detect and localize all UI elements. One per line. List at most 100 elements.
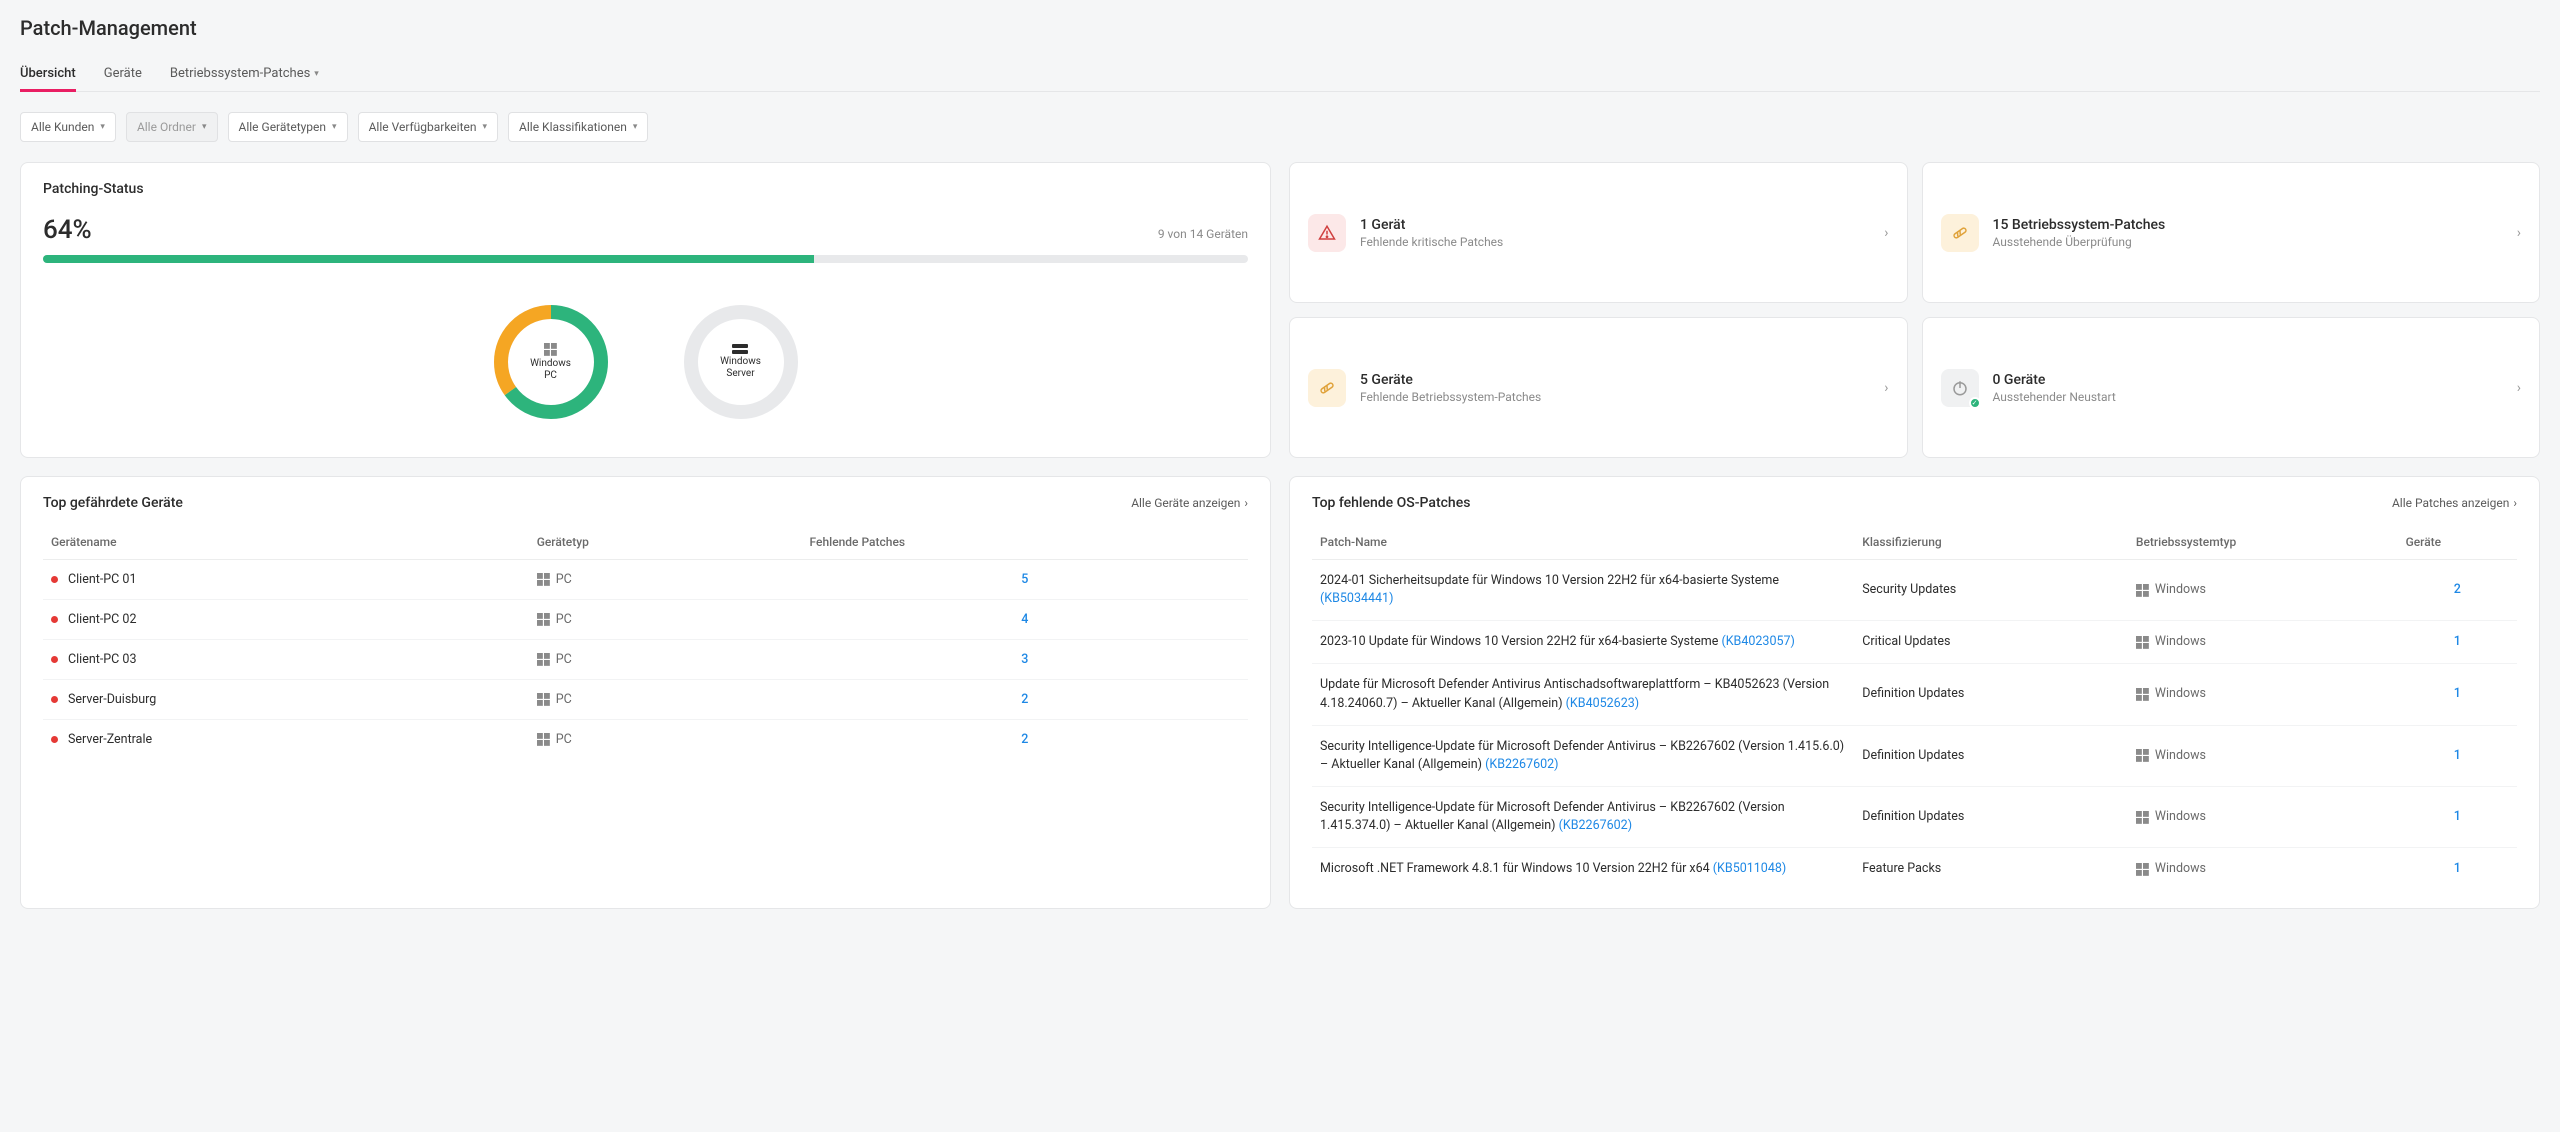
summary-title: 5 Geräte xyxy=(1360,372,1870,388)
summary-title: 1 Gerät xyxy=(1360,217,1870,233)
chevron-right-icon: › xyxy=(1244,496,1248,510)
patch-icon xyxy=(1308,369,1346,407)
summary-title: 0 Geräte xyxy=(1993,372,2503,388)
windows-icon xyxy=(2136,688,2149,701)
card-top-patches: Top fehlende OS-Patches Alle Patches anz… xyxy=(1289,476,2540,909)
kb-link[interactable]: (KB5034441) xyxy=(1320,591,1393,606)
table-row[interactable]: Client-PC 03 PC 3 xyxy=(43,640,1248,680)
patch-name: 2023-10 Update für Windows 10 Version 22… xyxy=(1320,634,1721,649)
device-count-link[interactable]: 2 xyxy=(2454,582,2461,597)
patch-class: Definition Updates xyxy=(1854,786,2128,847)
summary-card[interactable]: ✓0 GeräteAusstehender Neustart› xyxy=(1922,317,2541,458)
missing-count-link[interactable]: 3 xyxy=(1021,652,1028,667)
windows-icon xyxy=(2136,863,2149,876)
device-type: PC xyxy=(556,692,572,707)
filter-dropdown[interactable]: Alle Klassifikationen ▾ xyxy=(508,112,648,142)
patch-class: Security Updates xyxy=(1854,560,2128,621)
table-row[interactable]: Security Intelligence-Update für Microso… xyxy=(1312,786,2517,847)
table-row[interactable]: Microsoft .NET Framework 4.8.1 für Windo… xyxy=(1312,848,2517,891)
os-label: Windows xyxy=(2155,633,2206,651)
missing-count-link[interactable]: 2 xyxy=(1021,692,1028,707)
filter-label: Alle Verfügbarkeiten xyxy=(369,120,477,134)
table-row[interactable]: 2023-10 Update für Windows 10 Version 22… xyxy=(1312,621,2517,664)
table-row[interactable]: Server-Duisburg PC 2 xyxy=(43,680,1248,720)
patches-table: Patch-Name Klassifizierung Betriebssyste… xyxy=(1312,525,2517,890)
tab-betriebssystem-patches[interactable]: Betriebssystem-Patches▾ xyxy=(170,56,319,91)
summary-title: 15 Betriebssystem-Patches xyxy=(1993,217,2503,233)
missing-count-link[interactable]: 5 xyxy=(1021,572,1028,587)
chevron-down-icon: ▾ xyxy=(100,122,105,132)
missing-count-link[interactable]: 2 xyxy=(1021,732,1028,747)
filter-bar: Alle Kunden▾ Alle Ordner▾ Alle Gerätetypen… xyxy=(20,112,2540,142)
table-row[interactable]: 2024-01 Sicherheitsupdate für Windows 10… xyxy=(1312,560,2517,621)
missing-count-link[interactable]: 4 xyxy=(1021,612,1028,627)
filter-dropdown: Alle Ordner▾ xyxy=(126,112,218,142)
filter-dropdown[interactable]: Alle Verfügbarkeiten▾ xyxy=(358,112,498,142)
os-label: Windows xyxy=(2155,685,2206,703)
col-ostype: Betriebssystemtyp xyxy=(2128,525,2398,560)
view-all-patches-button[interactable]: Alle Patches anzeigen › xyxy=(2392,496,2517,510)
tab-ger-te[interactable]: Geräte xyxy=(104,56,142,91)
filter-dropdown[interactable]: Alle Kunden▾ xyxy=(20,112,116,142)
os-label: Windows xyxy=(2155,747,2206,765)
donut-label: WindowsServer xyxy=(720,356,761,380)
table-row[interactable]: Update für Microsoft Defender Antivirus … xyxy=(1312,664,2517,725)
summary-subtitle: Fehlende kritische Patches xyxy=(1360,235,1870,249)
table-row[interactable]: Security Intelligence-Update für Microso… xyxy=(1312,725,2517,786)
summary-card[interactable]: 15 Betriebssystem-Patches Ausstehende Übe… xyxy=(1922,162,2541,303)
device-count-link[interactable]: 1 xyxy=(2454,686,2461,701)
status-dot-icon xyxy=(51,736,58,743)
device-name: Server-Duisburg xyxy=(68,692,156,707)
kb-link[interactable]: (KB4052623) xyxy=(1566,696,1639,711)
windows-icon xyxy=(2136,636,2149,649)
donut-chart: WindowsPC xyxy=(486,297,616,427)
os-label: Windows xyxy=(2155,581,2206,599)
kb-link[interactable]: (KB5011048) xyxy=(1713,861,1786,876)
status-dot-icon xyxy=(51,656,58,663)
chevron-right-icon: › xyxy=(1884,380,1888,396)
device-count-link[interactable]: 1 xyxy=(2454,861,2461,876)
card-top-devices: Top gefährdete Geräte Alle Geräte anzeig… xyxy=(20,476,1271,909)
status-percent: 64% xyxy=(43,215,92,245)
tab--bersicht[interactable]: Übersicht xyxy=(20,56,76,91)
filter-dropdown[interactable]: Alle Gerätetypen▾ xyxy=(228,112,348,142)
chevron-right-icon: › xyxy=(2517,380,2521,396)
chevron-down-icon: ▾ xyxy=(633,122,638,132)
device-count-link[interactable]: 1 xyxy=(2454,809,2461,824)
device-type: PC xyxy=(556,652,572,667)
device-name: Client-PC 02 xyxy=(68,612,136,627)
table-row[interactable]: Client-PC 01 PC 5 xyxy=(43,560,1248,600)
summary-card[interactable]: 1 Gerät Fehlende kritische Patches › xyxy=(1289,162,1908,303)
table-row[interactable]: Client-PC 02 PC 4 xyxy=(43,600,1248,640)
kb-link[interactable]: (KB2267602) xyxy=(1485,757,1558,772)
kb-link[interactable]: (KB2267602) xyxy=(1559,818,1632,833)
device-name: Client-PC 01 xyxy=(68,572,136,587)
donut-row: WindowsPC WindowsServer xyxy=(43,291,1248,439)
col-devices: Geräte xyxy=(2398,525,2517,560)
os-label: Windows xyxy=(2155,860,2206,878)
filter-label: Alle Klassifikationen xyxy=(519,120,627,134)
device-count-link[interactable]: 1 xyxy=(2454,634,2461,649)
progress-bar xyxy=(43,255,1248,263)
kb-link[interactable]: (KB4023057) xyxy=(1721,634,1794,649)
donut-label: WindowsPC xyxy=(530,358,571,382)
progress-bar-fill xyxy=(43,255,814,263)
patch-name: Microsoft .NET Framework 4.8.1 für Windo… xyxy=(1320,861,1713,876)
device-type: PC xyxy=(556,572,572,587)
devices-table: Gerätename Gerätetyp Fehlende Patches Cl… xyxy=(43,525,1248,759)
card-title: Top gefährdete Geräte xyxy=(43,495,183,511)
summary-subtitle: Ausstehende Überprüfung xyxy=(1993,235,2503,249)
windows-icon xyxy=(2136,811,2149,824)
table-row[interactable]: Server-Zentrale PC 2 xyxy=(43,720,1248,760)
device-count-link[interactable]: 1 xyxy=(2454,748,2461,763)
tabs: Übersicht Geräte Betriebssystem-Patches▾ xyxy=(20,56,2540,92)
chevron-right-icon: › xyxy=(1884,225,1888,241)
windows-icon xyxy=(537,613,550,626)
filter-label: Alle Gerätetypen xyxy=(239,120,327,134)
summary-card[interactable]: 5 Geräte Fehlende Betriebssystem-Patches › xyxy=(1289,317,1908,458)
link-label: Alle Patches anzeigen xyxy=(2392,496,2509,510)
summary-subtitle: Fehlende Betriebssystem-Patches xyxy=(1360,390,1870,404)
device-type: PC xyxy=(556,612,572,627)
view-all-devices-button[interactable]: Alle Geräte anzeigen › xyxy=(1131,496,1248,510)
status-dot-icon xyxy=(51,696,58,703)
